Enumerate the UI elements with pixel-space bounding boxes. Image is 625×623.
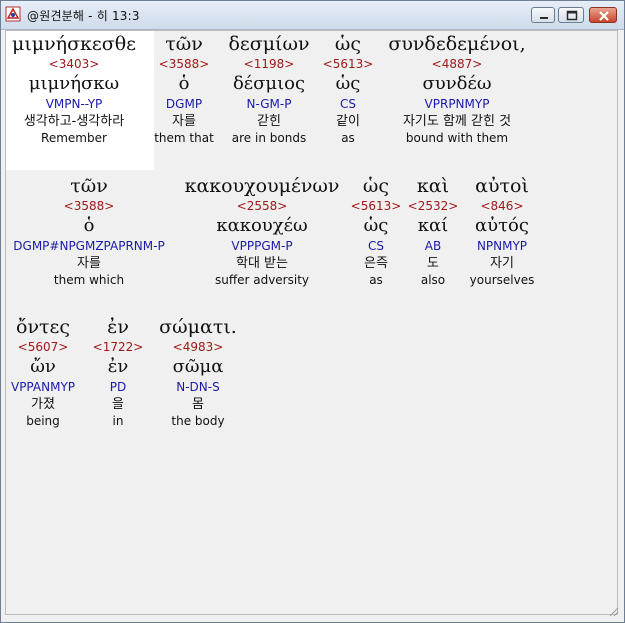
korean-gloss: 몸: [192, 397, 204, 412]
resize-grip-icon[interactable]: [609, 607, 619, 617]
korean-gloss: 자를: [77, 256, 101, 271]
maximize-icon: [566, 10, 578, 21]
korean-gloss: 자기도 함께 갇힌 것: [402, 114, 512, 129]
parsing-code: N-DN-S: [176, 380, 220, 394]
lemma: ὁ: [83, 215, 95, 236]
word-column[interactable]: σώματι. <4983> σῶμα N-DN-S 몸 the body: [108, 318, 288, 430]
korean-gloss: 자기: [490, 256, 514, 271]
lemma: αὐτός: [475, 215, 529, 236]
word-column[interactable]: τῶν <3588> ὁ DGMP#NPGMZPAPRNM-P 자를 them which: [0, 177, 179, 289]
greek-word: τῶν: [70, 175, 108, 197]
english-gloss: the body: [171, 414, 225, 428]
english-gloss: them which: [53, 273, 125, 287]
word-column[interactable]: αὐτοὶ <846> αὐτός NPNMYP 자기 yourselves: [412, 177, 592, 289]
greek-word: αὐτοὶ: [475, 175, 529, 197]
english-gloss: bound with them: [405, 131, 509, 145]
minimize-button[interactable]: [531, 7, 555, 23]
maximize-button[interactable]: [558, 7, 584, 23]
app-icon: [5, 6, 21, 22]
greek-word: συνδεδεμένοι,: [388, 33, 526, 55]
english-gloss: yourselves: [469, 273, 535, 287]
close-icon: [599, 11, 609, 21]
lemma: συνδέω: [422, 73, 492, 94]
lemma: σῶμα: [172, 356, 224, 377]
word-column[interactable]: συνδεδεμένοι, <4887> συνδέω VPRPNMYP 자기도 함께 …: [367, 35, 547, 147]
title-bar[interactable]: @원견분해 - 히 13:3: [1, 1, 624, 30]
parsing-code: VPRPNMYP: [424, 97, 490, 111]
minimize-icon: [540, 17, 548, 19]
greek-word: σώματι.: [159, 316, 237, 338]
parsing-code: NPNMYP: [476, 239, 528, 253]
close-button[interactable]: [589, 7, 617, 23]
parsing-code: DGMP#NPGMZPAPRNM-P: [13, 239, 165, 253]
window-title: @원견분해 - 히 13:3: [27, 9, 140, 23]
